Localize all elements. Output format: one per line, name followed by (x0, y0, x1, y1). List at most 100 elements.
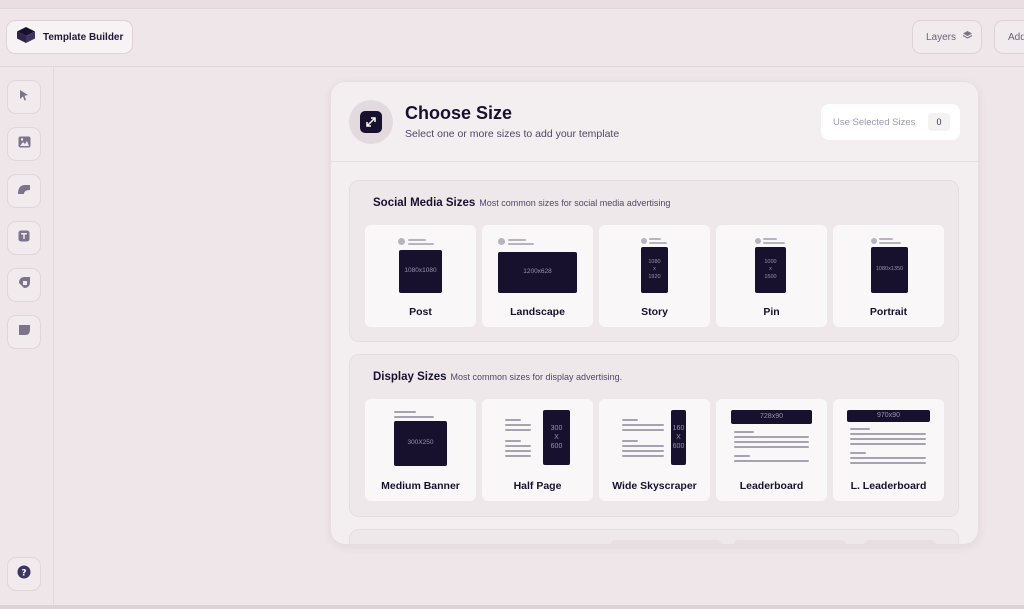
resize-icon (360, 111, 382, 133)
layers-button[interactable]: Layers (912, 20, 982, 54)
avatar-dot (498, 238, 505, 245)
use-selected-sizes-button[interactable]: Use Selected Sizes 0 (821, 104, 960, 140)
size-card-portrait[interactable]: 1080x1350 Portrait (833, 225, 944, 327)
placeholder-line (622, 455, 664, 457)
app-title: Template Builder (43, 31, 124, 43)
image-tool-button[interactable] (7, 127, 41, 161)
choose-size-modal: Choose Size Select one or more sizes to … (331, 82, 978, 544)
size-preview: 728x90 (731, 410, 812, 424)
size-card-post[interactable]: 1080x1080 Post (365, 225, 476, 327)
size-card-label: Story (641, 306, 668, 318)
placeholder-line (850, 443, 926, 445)
top-bar: Template Builder Layers Add (0, 9, 1024, 67)
placeholder-line (850, 452, 866, 454)
placeholder-line (879, 238, 893, 240)
placeholder-line (394, 411, 416, 413)
placeholder-line (508, 243, 534, 245)
size-card-story[interactable]: 1080 x 1920 Story (599, 225, 710, 327)
size-preview: 1080 x 1920 (641, 247, 668, 293)
layers-icon (962, 30, 973, 44)
placeholder-line (622, 440, 638, 442)
placeholder-line (850, 462, 926, 464)
logo-icon (17, 26, 35, 48)
shape-icon (17, 182, 31, 200)
placeholder-line (505, 455, 531, 457)
placeholder-line (850, 433, 926, 435)
svg-text:?: ? (21, 568, 26, 578)
add-button[interactable]: Add (994, 20, 1024, 54)
sticker-tool-button[interactable] (7, 315, 41, 349)
placeholder-line (505, 445, 531, 447)
placeholder-line (850, 428, 870, 430)
size-preview: 1080x1080 (399, 250, 442, 293)
placeholder-line (734, 431, 754, 433)
placeholder-line (505, 440, 521, 442)
size-preview: 300 X 600 (543, 410, 570, 465)
section-title: Social Media Sizes Most common sizes for … (373, 197, 670, 209)
size-preview: 970x90 (847, 410, 930, 422)
size-preview: 160 X 600 (671, 410, 686, 465)
placeholder-pill (864, 540, 936, 544)
placeholder-line (508, 239, 526, 241)
template-builder-button[interactable]: Template Builder (6, 20, 133, 54)
placeholder-line (734, 436, 809, 438)
placeholder-line (734, 455, 750, 457)
social-media-sizes-section: Social Media Sizes Most common sizes for … (349, 180, 959, 342)
avatar-dot (398, 238, 405, 245)
window-top-strip (0, 0, 1024, 9)
size-card-half-page[interactable]: 300 X 600 Half Page (482, 399, 593, 501)
placeholder-line (505, 419, 521, 421)
placeholder-line (408, 243, 434, 245)
pointer-tool-button[interactable] (7, 80, 41, 114)
help-button[interactable]: ? (7, 557, 41, 591)
bottom-edge (0, 605, 1024, 609)
size-preview: 1000 x 1500 (755, 247, 786, 293)
size-card-wide-skyscraper[interactable]: 160 X 600 Wide Skyscraper (599, 399, 710, 501)
placeholder-line (850, 457, 926, 459)
modal-header: Choose Size Select one or more sizes to … (331, 82, 978, 162)
placeholder-line (649, 242, 667, 244)
placeholder-line (850, 438, 926, 440)
size-card-landscape[interactable]: 1200x628 Landscape (482, 225, 593, 327)
brush-tool-button[interactable] (7, 268, 41, 302)
size-card-l-leaderboard[interactable]: 970x90 L. Leaderboard (833, 399, 944, 501)
size-card-label: Post (409, 306, 432, 318)
section-heading: Display Sizes (373, 371, 447, 383)
pointer-icon (18, 88, 30, 106)
size-card-medium-banner[interactable]: 300X250 Medium Banner (365, 399, 476, 501)
layers-label: Layers (926, 31, 957, 43)
placeholder-line (763, 242, 785, 244)
size-card-label: Medium Banner (381, 480, 460, 492)
text-tool-button[interactable] (7, 221, 41, 255)
size-card-label: Leaderboard (739, 480, 804, 492)
placeholder-line (505, 429, 531, 431)
size-card-label: Portrait (869, 306, 908, 318)
modal-title: Choose Size (405, 103, 513, 123)
display-sizes-section: Display Sizes Most common sizes for displ… (349, 354, 959, 517)
placeholder-pill (611, 540, 721, 544)
placeholder-line (505, 450, 531, 452)
size-card-label: L. Leaderboard (850, 480, 927, 492)
add-label: Add (1008, 31, 1024, 43)
size-card-label: Wide Skyscraper (612, 480, 697, 492)
size-card-label: Half Page (513, 480, 562, 492)
placeholder-line (649, 238, 661, 240)
avatar-dot (641, 238, 647, 244)
section-heading: Social Media Sizes (373, 197, 476, 209)
size-card-leaderboard[interactable]: 728x90 Leaderboard (716, 399, 827, 501)
section-title: Display Sizes Most common sizes for displ… (373, 371, 622, 383)
placeholder-line (622, 419, 638, 421)
size-card-label: Pin (763, 306, 780, 318)
placeholder-line (734, 441, 809, 443)
modal-subtitle: Select one or more sizes to add your tem… (405, 128, 620, 140)
placeholder-line (622, 445, 664, 447)
shape-tool-button[interactable] (7, 174, 41, 208)
selected-count-badge: 0 (928, 113, 950, 131)
section-description: Most common sizes for display advertisin… (450, 372, 623, 382)
size-card-pin[interactable]: 1000 x 1500 Pin (716, 225, 827, 327)
text-icon (18, 229, 30, 247)
placeholder-line (734, 460, 809, 462)
avatar-dot (871, 238, 877, 244)
use-selected-label: Use Selected Sizes (833, 116, 916, 128)
placeholder-pill (734, 540, 846, 544)
